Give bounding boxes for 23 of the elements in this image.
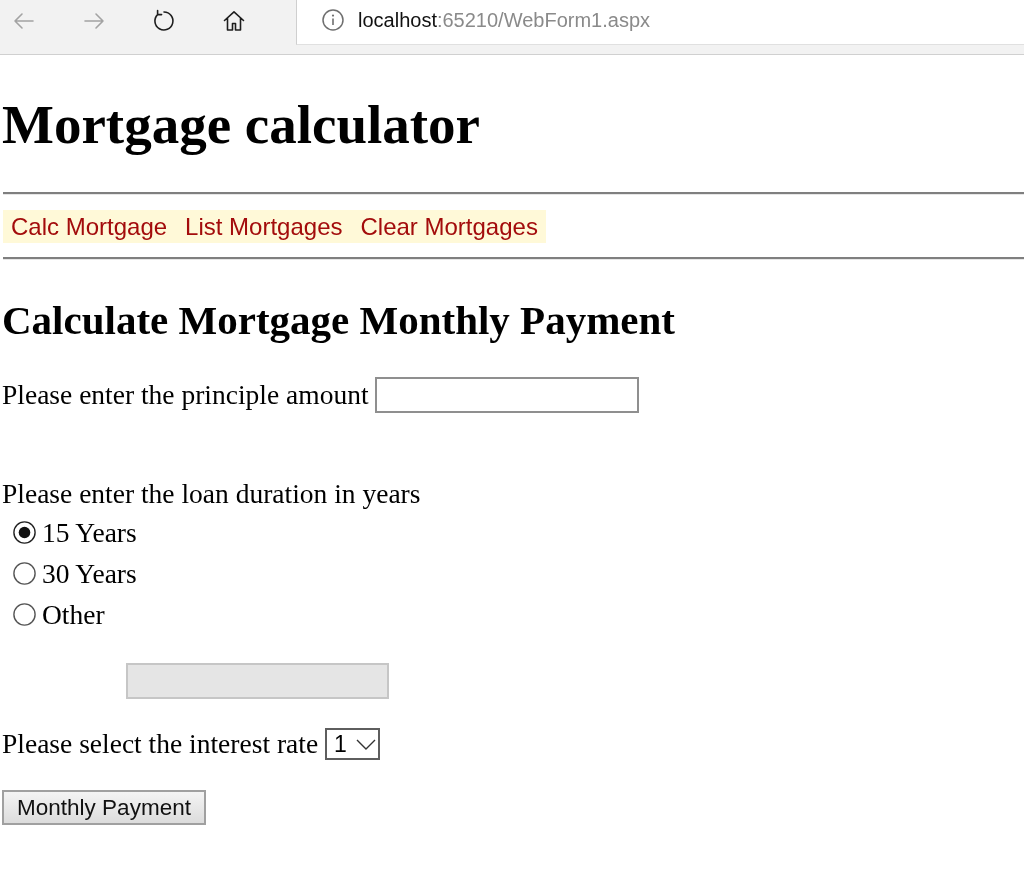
chevron-down-icon: [355, 738, 376, 750]
interest-rate-label: Please select the interest rate: [2, 728, 319, 760]
radio-button[interactable]: [13, 603, 36, 626]
radio-button[interactable]: [13, 521, 36, 544]
interest-rate-select[interactable]: 1: [325, 728, 381, 760]
principal-label: Please enter the principle amount: [2, 379, 369, 411]
radio-label: 15 Years: [42, 516, 137, 549]
menu-link[interactable]: Calc Mortgage: [11, 212, 168, 241]
radio-label: 30 Years: [42, 557, 137, 590]
home-icon[interactable]: [222, 8, 246, 33]
section-title: Calculate Mortgage Monthly Payment: [2, 296, 676, 344]
menu-link[interactable]: Clear Mortgages: [360, 212, 538, 241]
menu-link[interactable]: List Mortgages: [185, 212, 343, 241]
radio-button[interactable]: [13, 562, 36, 585]
page-title: Mortgage calculator: [2, 93, 481, 157]
info-icon[interactable]: [322, 9, 344, 31]
address-bar[interactable]: localhost:65210/WebForm1.aspx: [296, 0, 1024, 45]
refresh-icon[interactable]: [152, 8, 176, 33]
monthly-payment-button[interactable]: Monthly Payment: [2, 790, 206, 825]
radio-label: Other: [42, 598, 105, 631]
principal-amount-field[interactable]: [374, 377, 639, 413]
duration-label: Please enter the loan duration in years: [2, 478, 422, 510]
url-text: localhost:65210/WebForm1.aspx: [358, 8, 650, 32]
